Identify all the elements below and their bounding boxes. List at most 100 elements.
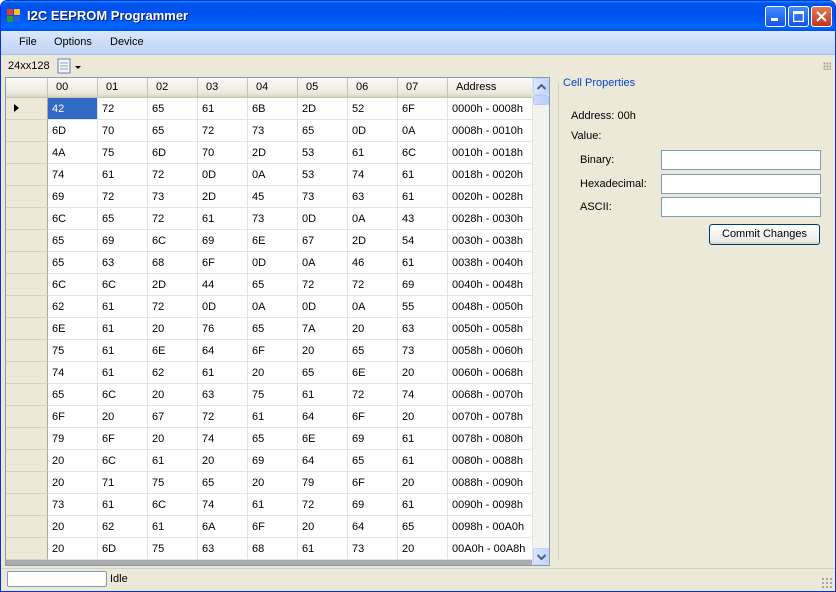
byte-cell[interactable]: 71 — [98, 472, 148, 494]
byte-cell[interactable]: 63 — [98, 252, 148, 274]
byte-cell[interactable]: 69 — [198, 230, 248, 252]
address-cell[interactable]: 0018h - 0020h — [448, 164, 533, 186]
byte-cell[interactable]: 4A — [48, 142, 98, 164]
byte-cell[interactable]: 61 — [198, 362, 248, 384]
address-cell[interactable]: 0078h - 0080h — [448, 428, 533, 450]
address-cell[interactable]: 0058h - 0060h — [448, 340, 533, 362]
column-header[interactable]: 00 — [48, 78, 98, 98]
close-button[interactable] — [811, 6, 832, 27]
byte-cell[interactable]: 20 — [348, 318, 398, 340]
byte-cell[interactable]: 7A — [298, 318, 348, 340]
byte-cell[interactable]: 46 — [348, 252, 398, 274]
byte-cell[interactable]: 20 — [398, 538, 448, 560]
byte-cell[interactable]: 6E — [48, 318, 98, 340]
binary-input[interactable] — [661, 150, 821, 170]
byte-cell[interactable]: 6C — [98, 274, 148, 296]
byte-cell[interactable]: 68 — [148, 252, 198, 274]
ascii-input[interactable] — [661, 197, 821, 217]
byte-cell[interactable]: 65 — [98, 208, 148, 230]
byte-cell[interactable]: 6F — [48, 406, 98, 428]
address-cell[interactable]: 0000h - 0008h — [448, 98, 533, 120]
byte-cell[interactable]: 72 — [148, 208, 198, 230]
row-header[interactable] — [6, 252, 48, 274]
row-header[interactable] — [6, 538, 48, 560]
resize-grip[interactable] — [821, 577, 832, 588]
column-header[interactable]: 02 — [148, 78, 198, 98]
row-header[interactable] — [6, 230, 48, 252]
row-header[interactable] — [6, 186, 48, 208]
byte-cell[interactable]: 64 — [348, 516, 398, 538]
byte-cell[interactable]: 20 — [398, 362, 448, 384]
byte-cell[interactable]: 61 — [398, 450, 448, 472]
row-header[interactable] — [6, 516, 48, 538]
byte-cell[interactable]: 0A — [348, 296, 398, 318]
byte-cell[interactable]: 65 — [148, 98, 198, 120]
row-header[interactable] — [6, 98, 48, 120]
byte-cell[interactable]: 6C — [398, 142, 448, 164]
row-header[interactable] — [6, 450, 48, 472]
byte-cell[interactable]: 6D — [148, 142, 198, 164]
byte-cell[interactable]: 67 — [148, 406, 198, 428]
byte-cell[interactable]: 20 — [248, 472, 298, 494]
byte-cell[interactable]: 20 — [48, 472, 98, 494]
row-header[interactable] — [6, 274, 48, 296]
address-cell[interactable]: 0008h - 0010h — [448, 120, 533, 142]
byte-cell[interactable]: 6C — [48, 208, 98, 230]
row-header[interactable] — [6, 384, 48, 406]
address-cell[interactable]: 0088h - 0090h — [448, 472, 533, 494]
byte-cell[interactable]: 0D — [298, 208, 348, 230]
byte-cell[interactable]: 67 — [298, 230, 348, 252]
address-cell[interactable]: 0050h - 0058h — [448, 318, 533, 340]
menu-file[interactable]: File — [19, 36, 37, 48]
column-header[interactable]: 04 — [248, 78, 298, 98]
byte-cell[interactable]: 0D — [348, 120, 398, 142]
address-cell[interactable]: 0098h - 00A0h — [448, 516, 533, 538]
byte-cell[interactable]: 61 — [398, 494, 448, 516]
byte-cell[interactable]: 61 — [98, 318, 148, 340]
byte-cell[interactable]: 69 — [98, 230, 148, 252]
byte-cell[interactable]: 20 — [48, 450, 98, 472]
byte-cell[interactable]: 2D — [248, 142, 298, 164]
byte-cell[interactable]: 43 — [398, 208, 448, 230]
byte-cell[interactable]: 74 — [198, 428, 248, 450]
byte-cell[interactable]: 61 — [398, 164, 448, 186]
byte-cell[interactable]: 2D — [298, 98, 348, 120]
row-header[interactable] — [6, 164, 48, 186]
byte-cell[interactable]: 61 — [148, 450, 198, 472]
byte-cell[interactable]: 68 — [248, 538, 298, 560]
byte-cell[interactable]: 62 — [98, 516, 148, 538]
byte-cell[interactable]: 65 — [198, 472, 248, 494]
byte-cell[interactable]: 6A — [198, 516, 248, 538]
row-header[interactable] — [6, 318, 48, 340]
byte-cell[interactable]: 61 — [98, 164, 148, 186]
maximize-button[interactable] — [788, 6, 809, 27]
byte-cell[interactable]: 72 — [98, 186, 148, 208]
byte-cell[interactable]: 6C — [98, 384, 148, 406]
byte-cell[interactable]: 0A — [248, 296, 298, 318]
byte-cell[interactable]: 44 — [198, 274, 248, 296]
byte-cell[interactable]: 0A — [248, 164, 298, 186]
column-header[interactable]: Address — [448, 78, 533, 98]
byte-cell[interactable]: 20 — [198, 450, 248, 472]
byte-cell[interactable]: 61 — [98, 494, 148, 516]
byte-cell[interactable]: 64 — [298, 406, 348, 428]
byte-cell[interactable]: 6F — [348, 472, 398, 494]
byte-cell[interactable]: 65 — [48, 384, 98, 406]
row-header[interactable] — [6, 120, 48, 142]
byte-cell[interactable]: 20 — [248, 362, 298, 384]
byte-cell[interactable]: 73 — [48, 494, 98, 516]
column-header[interactable]: 07 — [398, 78, 448, 98]
byte-cell[interactable]: 0A — [298, 252, 348, 274]
byte-cell[interactable]: 6E — [298, 428, 348, 450]
byte-cell[interactable]: 65 — [298, 120, 348, 142]
byte-cell[interactable]: 73 — [348, 538, 398, 560]
byte-cell[interactable]: 72 — [198, 406, 248, 428]
byte-cell[interactable]: 74 — [48, 362, 98, 384]
byte-cell[interactable]: 73 — [398, 340, 448, 362]
address-cell[interactable]: 0040h - 0048h — [448, 274, 533, 296]
byte-cell[interactable]: 63 — [348, 186, 398, 208]
byte-cell[interactable]: 65 — [298, 362, 348, 384]
byte-cell[interactable]: 65 — [48, 252, 98, 274]
byte-cell[interactable]: 6B — [248, 98, 298, 120]
byte-cell[interactable]: 63 — [198, 384, 248, 406]
